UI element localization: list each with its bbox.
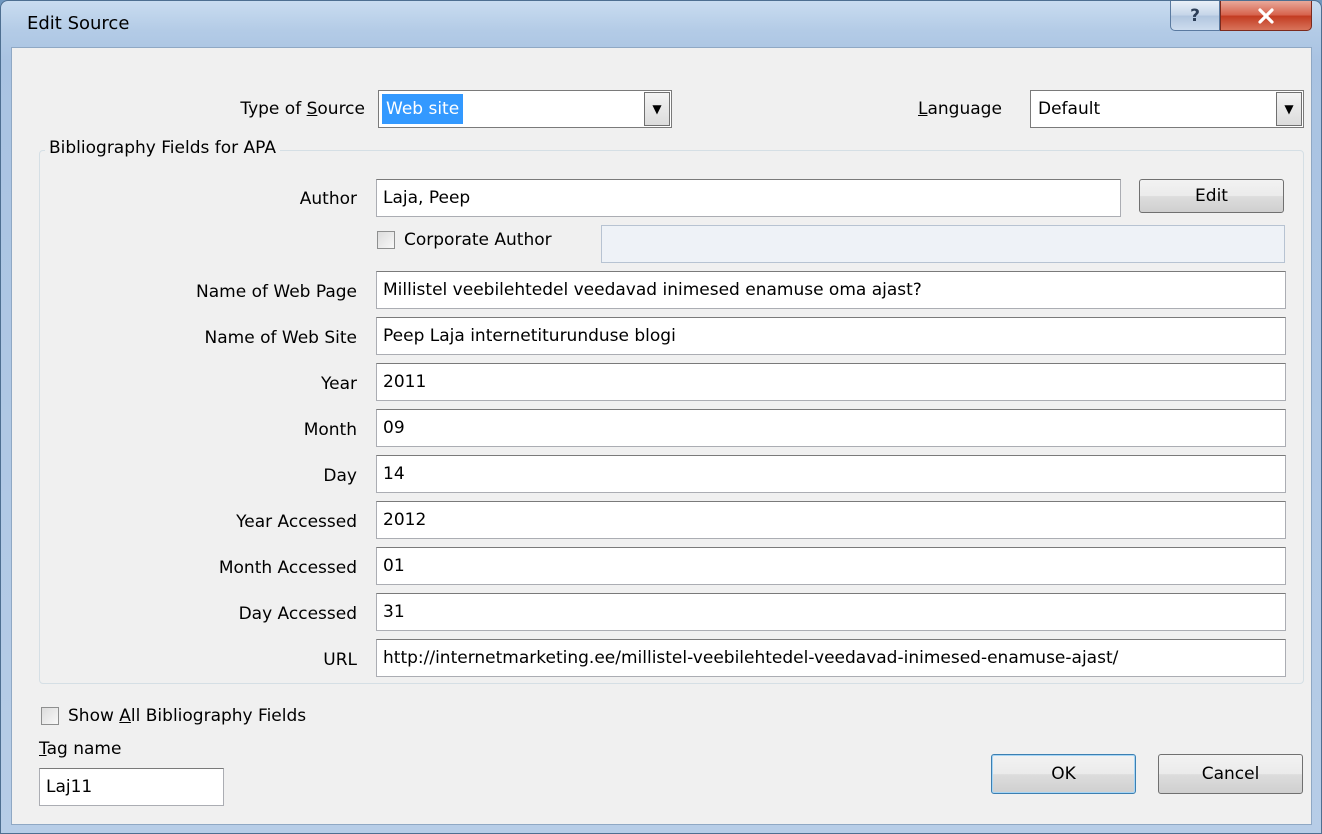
help-icon: ? — [1190, 5, 1200, 26]
tag-name-label: Tag name — [39, 739, 122, 759]
day-accessed-input[interactable]: 31 — [376, 593, 1286, 631]
corporate-author-label: Corporate Author — [404, 230, 552, 250]
chevron-down-icon: ▼ — [1284, 102, 1294, 116]
type-of-source-select[interactable]: Web site ▼ — [378, 90, 672, 128]
tag-name-input[interactable]: Laj11 — [39, 768, 224, 806]
url-input[interactable]: http://internetmarketing.ee/millistel-ve… — [376, 639, 1286, 677]
chevron-down-icon: ▼ — [652, 102, 662, 116]
language-value: Default — [1038, 99, 1101, 119]
name-of-web-page-label: Name of Web Page — [196, 282, 357, 302]
show-all-fields-label: Show All Bibliography Fields — [68, 706, 307, 726]
type-of-source-value: Web site — [382, 94, 464, 124]
cancel-button[interactable]: Cancel — [1158, 754, 1303, 794]
close-button[interactable] — [1220, 1, 1312, 31]
dialog-client-area: Type of Source Web site ▼ Language Defau… — [11, 47, 1312, 825]
day-accessed-label: Day Accessed — [238, 604, 357, 624]
month-input[interactable]: 09 — [376, 409, 1286, 447]
month-accessed-label: Month Accessed — [218, 558, 357, 578]
name-of-web-site-label: Name of Web Site — [204, 328, 357, 348]
ok-button[interactable]: OK — [991, 754, 1136, 794]
corporate-author-checkbox[interactable] — [377, 231, 395, 249]
year-accessed-input[interactable]: 2012 — [376, 501, 1286, 539]
show-all-fields-checkbox[interactable] — [41, 707, 59, 725]
year-accessed-label: Year Accessed — [236, 512, 357, 532]
corporate-author-input[interactable] — [601, 225, 1285, 263]
language-label: Language — [918, 99, 1002, 119]
name-of-web-page-input[interactable]: Millistel veebilehtedel veedavad inimese… — [376, 271, 1286, 309]
title-bar[interactable]: Edit Source ? — [1, 1, 1321, 45]
edit-source-dialog: Edit Source ? Type of Source Web site ▼ … — [0, 0, 1322, 834]
year-input[interactable]: 2011 — [376, 363, 1286, 401]
year-label: Year — [321, 374, 357, 394]
day-input[interactable]: 14 — [376, 455, 1286, 493]
language-select[interactable]: Default ▼ — [1030, 90, 1304, 128]
language-dropdown-arrow[interactable]: ▼ — [1276, 92, 1302, 126]
dialog-title: Edit Source — [27, 13, 130, 34]
month-label: Month — [303, 420, 357, 440]
help-button[interactable]: ? — [1170, 1, 1220, 31]
type-of-source-label: Type of Source — [240, 99, 365, 119]
author-label: Author — [299, 189, 357, 209]
url-label: URL — [323, 650, 357, 670]
month-accessed-input[interactable]: 01 — [376, 547, 1286, 585]
author-edit-button[interactable]: Edit — [1139, 179, 1284, 213]
day-label: Day — [323, 466, 357, 486]
close-icon — [1258, 7, 1274, 24]
bibliography-fields-title: Bibliography Fields for APA — [45, 137, 280, 159]
type-of-source-dropdown-arrow[interactable]: ▼ — [644, 92, 670, 126]
name-of-web-site-input[interactable]: Peep Laja internetiturunduse blogi — [376, 317, 1286, 355]
author-input[interactable]: Laja, Peep — [376, 179, 1121, 217]
